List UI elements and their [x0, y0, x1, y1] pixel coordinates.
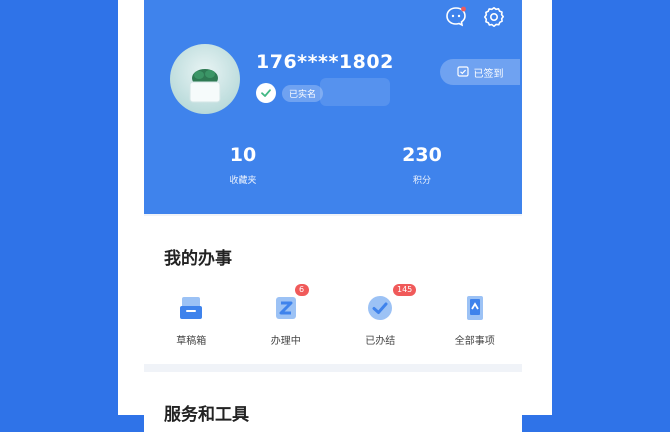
verified-decoration [320, 78, 390, 106]
verified-status: 已实名 [256, 82, 324, 104]
avatar[interactable] [170, 44, 240, 114]
stat-favorites[interactable]: 10 收藏夹 [183, 144, 303, 186]
points-count: 230 [402, 144, 442, 166]
phone-number: 176****1802 [256, 51, 394, 73]
screen-left-edge [118, 0, 144, 415]
completed-badge: 145 [393, 284, 417, 296]
in-progress-badge: 6 [294, 284, 309, 296]
completed-icon [366, 294, 394, 322]
points-label: 积分 [412, 176, 431, 186]
message-icon[interactable] [445, 6, 466, 27]
signin-status-button[interactable]: 已签到 [440, 59, 520, 85]
task-items: 草稿箱 6 办理中 145 已办结 全部事项 [144, 284, 523, 347]
all-items-icon [461, 294, 489, 322]
drafts-icon [177, 294, 205, 322]
favorites-count: 10 [229, 144, 257, 166]
favorites-label: 收藏夹 [229, 176, 257, 186]
screen-right-edge [522, 0, 552, 415]
stat-points[interactable]: 230 积分 [362, 144, 482, 186]
check-icon [256, 83, 276, 103]
my-tasks-card: 我的办事 草稿箱 6 办理中 145 已办结 全部事项 [144, 216, 522, 364]
notification-dot-icon [461, 6, 466, 12]
task-label-in-progress: 办理中 [270, 336, 301, 347]
services-card: 服务和工具 [144, 372, 522, 432]
task-label-completed: 已办结 [365, 336, 396, 347]
verified-badge: 已实名 [282, 84, 324, 102]
task-item-all[interactable]: 全部事项 [428, 294, 523, 347]
services-title: 服务和工具 [164, 405, 249, 425]
task-label-drafts: 草稿箱 [176, 336, 207, 347]
task-item-in-progress[interactable]: 6 办理中 [239, 284, 334, 347]
signin-label: 已签到 [473, 68, 504, 80]
settings-gear-icon[interactable] [483, 6, 504, 27]
task-label-all: 全部事项 [454, 336, 495, 347]
calendar-check-icon [456, 65, 469, 80]
in-progress-icon [272, 294, 300, 322]
my-tasks-title: 我的办事 [164, 249, 232, 269]
task-item-drafts[interactable]: 草稿箱 [144, 294, 239, 347]
task-item-completed[interactable]: 145 已办结 [333, 284, 428, 347]
